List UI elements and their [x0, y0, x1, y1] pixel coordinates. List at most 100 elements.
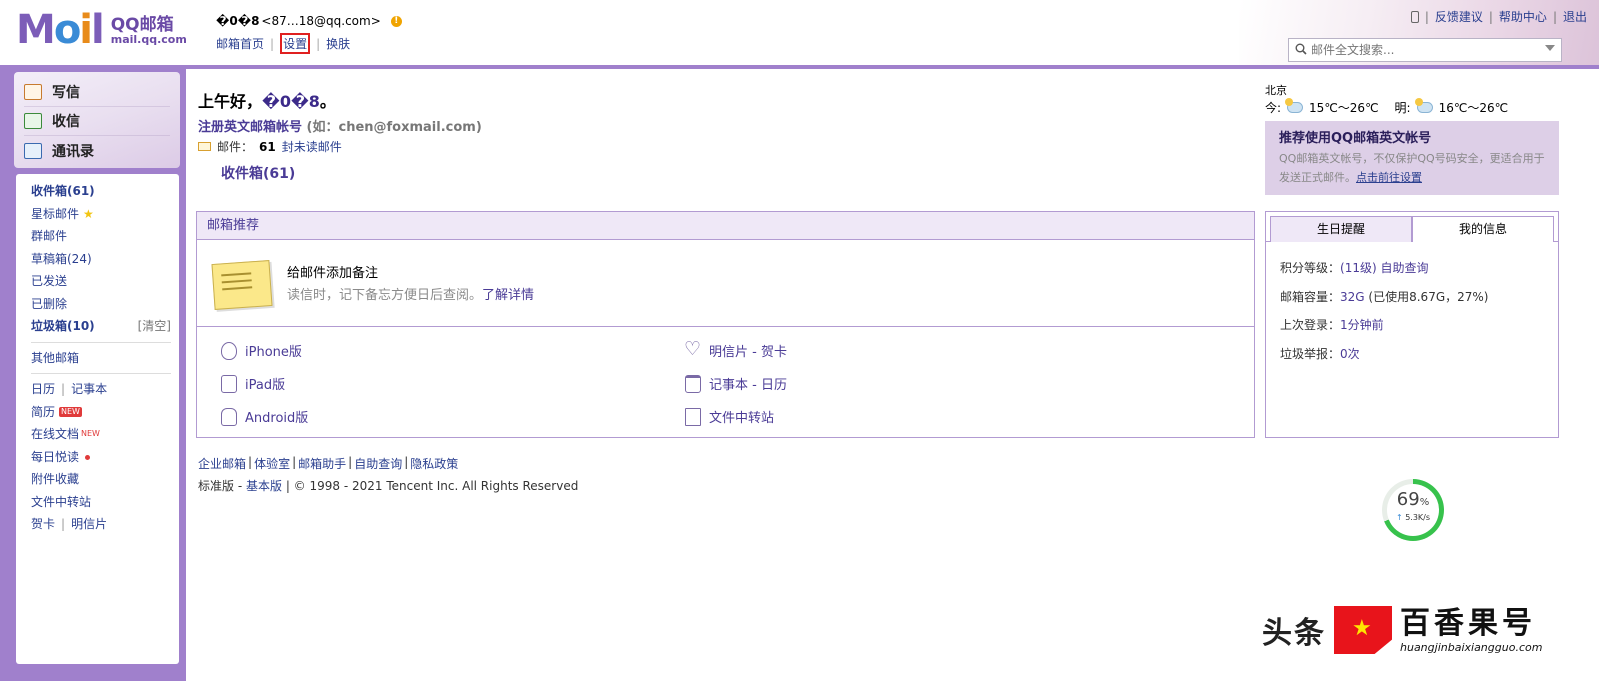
nav-home-link[interactable]: 邮箱首页 [216, 35, 264, 52]
app-postcard[interactable]: 明信片 - 贺卡 [684, 338, 787, 361]
folder-deleted[interactable]: 已删除 [16, 293, 179, 316]
folder-attachments[interactable]: 附件收藏 [16, 468, 179, 491]
mail-count: 邮件： 61 封未读邮件 [198, 138, 342, 155]
chevron-down-icon[interactable] [1545, 45, 1555, 51]
basic-version-link[interactable]: 基本版 [246, 479, 282, 493]
calendar-link[interactable]: 日历 [31, 382, 55, 396]
footer-selfquery-link[interactable]: 自助查询 [354, 455, 402, 472]
feedback-link[interactable]: 反馈建议 [1435, 8, 1483, 25]
gauge-speed-value: 5.3K/s [1405, 513, 1431, 522]
footer-privacy-link[interactable]: 隐私政策 [410, 455, 458, 472]
compose-button[interactable]: 写信 [24, 78, 170, 107]
footer-enterprise-link[interactable]: 企业邮箱 [198, 455, 246, 472]
folder-resume[interactable]: 简历 NEW [16, 401, 179, 424]
tab-my-info[interactable]: 我的信息 [1412, 216, 1554, 242]
card-link[interactable]: 贺卡 [31, 517, 55, 531]
unread-dot-icon [85, 454, 91, 460]
app-android-label: Android版 [245, 411, 309, 426]
logout-link[interactable]: 退出 [1563, 8, 1587, 25]
footer-lab-link[interactable]: 体验室 [254, 455, 290, 472]
receive-button[interactable]: 收信 [24, 107, 170, 136]
copyright-row: 标准版 - 基本版 | © 1998 - 2021 Tencent Inc. A… [198, 479, 579, 493]
app-iphone[interactable]: iPhone版 [221, 341, 302, 360]
points-query-link[interactable]: 自助查询 [1380, 261, 1428, 275]
app-notebook[interactable]: 记事本 - 日历 [685, 374, 787, 393]
heart-icon [684, 338, 701, 360]
points-row: 积分等级：(11级) 自助查询 [1280, 254, 1558, 283]
greeting: 上午好，�0�8。 [198, 88, 336, 112]
folder-starred[interactable]: 星标邮件 ★ [16, 203, 179, 226]
greeting-suffix: 。 [319, 92, 336, 111]
today-label: 今: [1265, 101, 1282, 115]
promo-title: 推荐使用QQ邮箱英文帐号 [1279, 131, 1432, 146]
folder-daily[interactable]: 每日悦读 [16, 446, 179, 469]
info-tabs: 生日提醒 我的信息 [1266, 212, 1558, 242]
search-box[interactable] [1288, 38, 1562, 62]
postcard-link[interactable]: 明信片 [71, 517, 107, 531]
promo-settings-link[interactable]: 点击前往设置 [1356, 171, 1422, 184]
compose-label: 写信 [52, 85, 80, 101]
network-speed-gauge[interactable]: 69% ↑ 5.3K/s [1382, 479, 1444, 541]
today-temp: 15℃～26℃ [1309, 101, 1379, 115]
apple-icon [221, 341, 237, 360]
folder-inbox[interactable]: 收件箱(61) [16, 180, 179, 203]
footer-assistant-link[interactable]: 邮箱助手 [298, 455, 346, 472]
app-ipad[interactable]: iPad版 [221, 374, 285, 393]
copyright-text: | © 1998 - 2021 Tencent Inc. All Rights … [285, 479, 579, 493]
daily-label: 每日悦读 [31, 449, 80, 464]
tab-birthday[interactable]: 生日提醒 [1270, 216, 1412, 242]
spam-report-row: 垃圾举报：0次 [1280, 340, 1558, 369]
phone-icon[interactable] [1410, 10, 1419, 23]
inbox-link[interactable]: 收件箱(61) [221, 163, 295, 183]
folder-group[interactable]: 群邮件 [16, 225, 179, 248]
divider: | [61, 517, 66, 531]
app-iphone-label: iPhone版 [245, 345, 302, 360]
contacts-button[interactable]: 通讯录 [24, 136, 170, 165]
logo-qq-text: QQ邮箱 [110, 15, 174, 35]
clear-spam-link[interactable]: [清空] [138, 315, 171, 338]
app-notebook-label: 记事本 - 日历 [709, 378, 787, 393]
capacity-row: 邮箱容量：32G (已使用8.67G，27%) [1280, 283, 1558, 312]
app-android[interactable]: Android版 [221, 407, 308, 426]
folder-other[interactable]: 其他邮箱 [16, 347, 179, 370]
spam-report-value[interactable]: 0次 [1340, 347, 1360, 361]
partly-cloudy-icon [1414, 98, 1433, 113]
arrow-up-icon: ↑ [1395, 513, 1403, 522]
divider [31, 373, 171, 374]
help-link[interactable]: 帮助中心 [1499, 8, 1547, 25]
search-input[interactable] [1311, 43, 1541, 57]
divider: | [1552, 9, 1557, 24]
warning-icon[interactable]: ! [390, 15, 402, 27]
logo-mark: Moil [16, 7, 105, 53]
notebook-link[interactable]: 记事本 [71, 382, 107, 396]
app-postcard-label: 明信片 - 贺卡 [709, 345, 787, 360]
folder-sent[interactable]: 已发送 [16, 270, 179, 293]
folder-transfer[interactable]: 文件中转站 [16, 491, 179, 514]
gauge-speed: ↑ 5.3K/s [1387, 513, 1439, 522]
logo[interactable]: Moil QQ邮箱 mail.qq.com [16, 7, 187, 53]
folder-spam[interactable]: 垃圾箱(10) [清空] [16, 315, 179, 338]
divider [31, 341, 171, 343]
register-english-link[interactable]: 注册英文邮箱帐号 [198, 120, 302, 135]
search-icon [1295, 43, 1307, 58]
unread-mail-link[interactable]: 封未读邮件 [282, 138, 342, 155]
app-list: iPhone版 iPad版 Android版 明信片 - 贺卡 记事本 - 日历… [197, 327, 1254, 437]
resume-label: 简历 [31, 404, 56, 419]
app-transfer-label: 文件中转站 [709, 411, 775, 426]
learn-more-link[interactable]: 了解详情 [482, 288, 534, 303]
docs-label: 在线文档 [31, 427, 80, 441]
nav-skin-link[interactable]: 换肤 [326, 35, 350, 52]
capacity-value[interactable]: 32G [1340, 290, 1365, 304]
capacity-label: 邮箱容量： [1280, 289, 1341, 304]
nav-settings-link[interactable]: 设置 [283, 37, 307, 51]
points-label: 积分等级： [1280, 261, 1341, 275]
spam-report-label: 垃圾举报： [1280, 346, 1341, 361]
user-email: <87…18@qq.com> [261, 14, 381, 28]
app-transfer[interactable]: 文件中转站 [685, 407, 774, 426]
english-account-promo: 推荐使用QQ邮箱英文帐号 QQ邮箱英文帐号，不仅保护QQ号码安全，更适合用于发送… [1265, 121, 1559, 195]
greeting-name: �0�8 [262, 92, 320, 111]
capacity-used: (已使用8.67G，27%) [1368, 289, 1489, 304]
folder-drafts[interactable]: 草稿箱(24) [16, 248, 179, 271]
folder-docs[interactable]: 在线文档 NEW [16, 423, 179, 446]
last-login-value[interactable]: 1分钟前 [1340, 318, 1384, 332]
